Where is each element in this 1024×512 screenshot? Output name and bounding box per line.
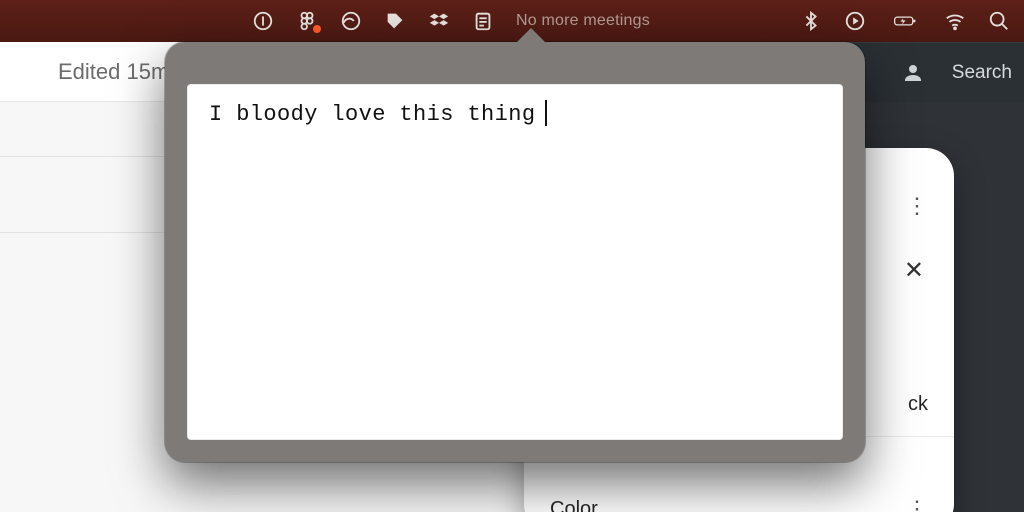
cloud-sync-icon[interactable]: [340, 10, 362, 32]
toolbar-search-label[interactable]: Search: [952, 62, 1012, 84]
wifi-icon[interactable]: [944, 10, 966, 32]
notepad-textarea[interactable]: I bloody love this thing: [187, 84, 843, 440]
panel-close-button[interactable]: ✕: [904, 256, 928, 285]
dropbox-icon[interactable]: [428, 10, 450, 32]
macos-menubar: No more meetings: [0, 0, 1024, 42]
figma-icon[interactable]: [296, 10, 318, 32]
battery-charging-icon[interactable]: [888, 10, 922, 32]
panel-more-icon[interactable]: ⋮: [906, 193, 928, 219]
bluetooth-icon[interactable]: [800, 10, 822, 32]
tag-icon[interactable]: [384, 10, 406, 32]
popover-arrow-icon: [517, 28, 545, 42]
panel-color-more-icon[interactable]: ⋮: [906, 496, 928, 512]
notepad-popover: I bloody love this thing: [165, 42, 865, 462]
spotlight-search-icon[interactable]: [988, 10, 1010, 32]
onepassword-icon[interactable]: [252, 10, 274, 32]
edited-timestamp: Edited 15m: [0, 59, 169, 85]
notification-dot-icon: [313, 25, 321, 33]
text-cursor-icon: [545, 100, 547, 126]
panel-label-truncated: ck: [908, 393, 928, 416]
play-circle-icon[interactable]: [844, 10, 866, 32]
account-icon[interactable]: [900, 60, 926, 86]
panel-color-label[interactable]: Color: [550, 498, 598, 512]
notepad-menubar-icon[interactable]: [472, 10, 494, 32]
notepad-text-area-container: I bloody love this thing: [187, 84, 843, 440]
